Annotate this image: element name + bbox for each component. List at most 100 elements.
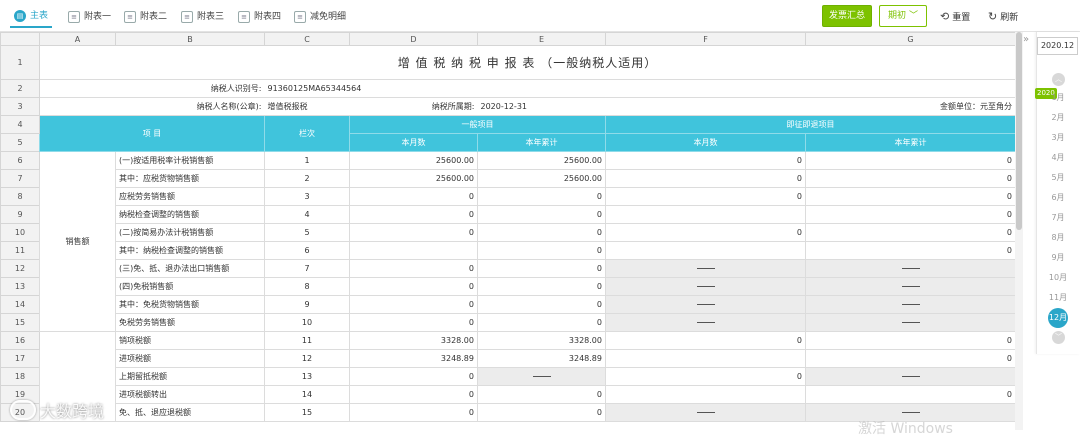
value-cell-g[interactable]: 0: [805, 331, 1015, 350]
value-cell-d[interactable]: 25600.00: [349, 151, 478, 170]
refresh-button[interactable]: ↻ 刷新: [988, 10, 1018, 23]
value-cell-g[interactable]: [805, 277, 1015, 296]
value-cell-e[interactable]: 3328.00: [477, 331, 606, 350]
month-item[interactable]: 9月: [1036, 252, 1080, 263]
value-cell-g[interactable]: 0: [805, 205, 1015, 224]
value-cell-d[interactable]: 0: [349, 385, 478, 404]
value-cell-f[interactable]: 0: [605, 223, 806, 242]
row-header[interactable]: 12: [0, 259, 40, 278]
period-input[interactable]: 2020.12: [1037, 37, 1078, 55]
row-header[interactable]: 4: [0, 115, 40, 134]
item-cell[interactable]: 其中：应税货物销售额: [115, 169, 265, 188]
value-cell-f[interactable]: 0: [605, 331, 806, 350]
column-header[interactable]: B: [115, 32, 265, 46]
value-cell-e[interactable]: 25600.00: [477, 151, 606, 170]
value-cell-g[interactable]: [805, 367, 1015, 386]
value-cell-g[interactable]: 0: [805, 169, 1015, 188]
row-header[interactable]: 6: [0, 151, 40, 170]
month-item[interactable]: 3月: [1036, 132, 1080, 143]
column-header[interactable]: F: [605, 32, 806, 46]
value-cell-d[interactable]: 0: [349, 313, 478, 332]
value-cell-e[interactable]: 0: [477, 259, 606, 278]
column-header[interactable]: E: [477, 32, 606, 46]
month-item[interactable]: 10月: [1036, 272, 1080, 283]
value-cell-d[interactable]: [349, 241, 478, 260]
value-cell-d[interactable]: 3248.89: [349, 349, 478, 368]
column-header[interactable]: D: [349, 32, 478, 46]
value-cell-e[interactable]: 0: [477, 187, 606, 206]
value-cell-f[interactable]: [605, 403, 806, 422]
reset-button[interactable]: ⟲ 重置: [940, 10, 970, 23]
scrollbar-thumb[interactable]: [1016, 32, 1022, 230]
item-cell[interactable]: (四)免税销售额: [115, 277, 265, 296]
item-cell[interactable]: 免、抵、退应退税额: [115, 403, 265, 422]
value-cell-f[interactable]: 0: [605, 367, 806, 386]
value-cell-f[interactable]: [605, 385, 806, 404]
value-cell-d[interactable]: 0: [349, 205, 478, 224]
value-cell-e[interactable]: 0: [477, 403, 606, 422]
month-12-selected[interactable]: 12月: [1048, 308, 1068, 328]
select-all-corner[interactable]: [0, 32, 40, 46]
month-item[interactable]: 2月: [1036, 112, 1080, 123]
row-header[interactable]: 13: [0, 277, 40, 296]
invoice-summary-button[interactable]: 发票汇总: [822, 5, 872, 27]
item-cell[interactable]: 其中：免税货物销售额: [115, 295, 265, 314]
month-item[interactable]: 7月: [1036, 212, 1080, 223]
value-cell-g[interactable]: [805, 313, 1015, 332]
tab-schedule-1[interactable]: ≡ 附表一: [64, 6, 115, 28]
row-header[interactable]: 15: [0, 313, 40, 332]
month-item[interactable]: 1月: [1036, 92, 1080, 103]
value-cell-e[interactable]: 0: [477, 385, 606, 404]
value-cell-f[interactable]: [605, 349, 806, 368]
value-cell-e[interactable]: 0: [477, 241, 606, 260]
value-cell-e[interactable]: 0: [477, 313, 606, 332]
row-header[interactable]: 1: [0, 45, 40, 80]
value-cell-g[interactable]: 0: [805, 385, 1015, 404]
period-dropdown-button[interactable]: 期初 ﹀: [879, 5, 927, 27]
value-cell-g[interactable]: 0: [805, 349, 1015, 368]
item-cell[interactable]: (一)按适用税率计税销售额: [115, 151, 265, 170]
row-header[interactable]: 7: [0, 169, 40, 188]
item-cell[interactable]: (二)按简易办法计税销售额: [115, 223, 265, 242]
value-cell-e[interactable]: 0: [477, 205, 606, 224]
month-item[interactable]: 8月: [1036, 232, 1080, 243]
item-cell[interactable]: 进项税额转出: [115, 385, 265, 404]
value-cell-f[interactable]: [605, 205, 806, 224]
value-cell-f[interactable]: [605, 295, 806, 314]
value-cell-d[interactable]: 0: [349, 187, 478, 206]
row-header[interactable]: 14: [0, 295, 40, 314]
column-header[interactable]: G: [805, 32, 1015, 46]
row-header[interactable]: 10: [0, 223, 40, 242]
value-cell-g[interactable]: [805, 259, 1015, 278]
item-cell[interactable]: 纳税检查调整的销售额: [115, 205, 265, 224]
column-header[interactable]: C: [264, 32, 350, 46]
spreadsheet[interactable]: A B C D E F G 1 增 值 税 纳 税 申 报 表 （一般纳税人适用…: [0, 32, 1015, 430]
value-cell-g[interactable]: 0: [805, 223, 1015, 242]
value-cell-f[interactable]: 0: [605, 151, 806, 170]
value-cell-f[interactable]: [605, 241, 806, 260]
tab-schedule-2[interactable]: ≡ 附表二: [120, 6, 171, 28]
item-cell[interactable]: 进项税额: [115, 349, 265, 368]
row-header[interactable]: 18: [0, 367, 40, 386]
value-cell-e[interactable]: 25600.00: [477, 169, 606, 188]
value-cell-g[interactable]: 0: [805, 187, 1015, 206]
value-cell-d[interactable]: 0: [349, 295, 478, 314]
value-cell-g[interactable]: 0: [805, 151, 1015, 170]
tab-exemption-detail[interactable]: ≡ 减免明细: [290, 6, 350, 28]
value-cell-g[interactable]: 0: [805, 241, 1015, 260]
value-cell-d[interactable]: 0: [349, 259, 478, 278]
tab-main[interactable]: ▤ 主表: [10, 6, 53, 28]
value-cell-d[interactable]: 0: [349, 277, 478, 296]
value-cell-d[interactable]: 25600.00: [349, 169, 478, 188]
value-cell-f[interactable]: [605, 277, 806, 296]
item-cell[interactable]: 应税劳务销售额: [115, 187, 265, 206]
month-item[interactable]: 5月: [1036, 172, 1080, 183]
value-cell-d[interactable]: 0: [349, 403, 478, 422]
row-header[interactable]: 17: [0, 349, 40, 368]
collapse-panel-icon[interactable]: »: [1023, 34, 1029, 45]
value-cell-e[interactable]: [477, 367, 606, 386]
scroll-up-icon[interactable]: ︿: [1052, 73, 1065, 86]
value-cell-e[interactable]: 0: [477, 223, 606, 242]
value-cell-f[interactable]: [605, 313, 806, 332]
row-header[interactable]: 8: [0, 187, 40, 206]
